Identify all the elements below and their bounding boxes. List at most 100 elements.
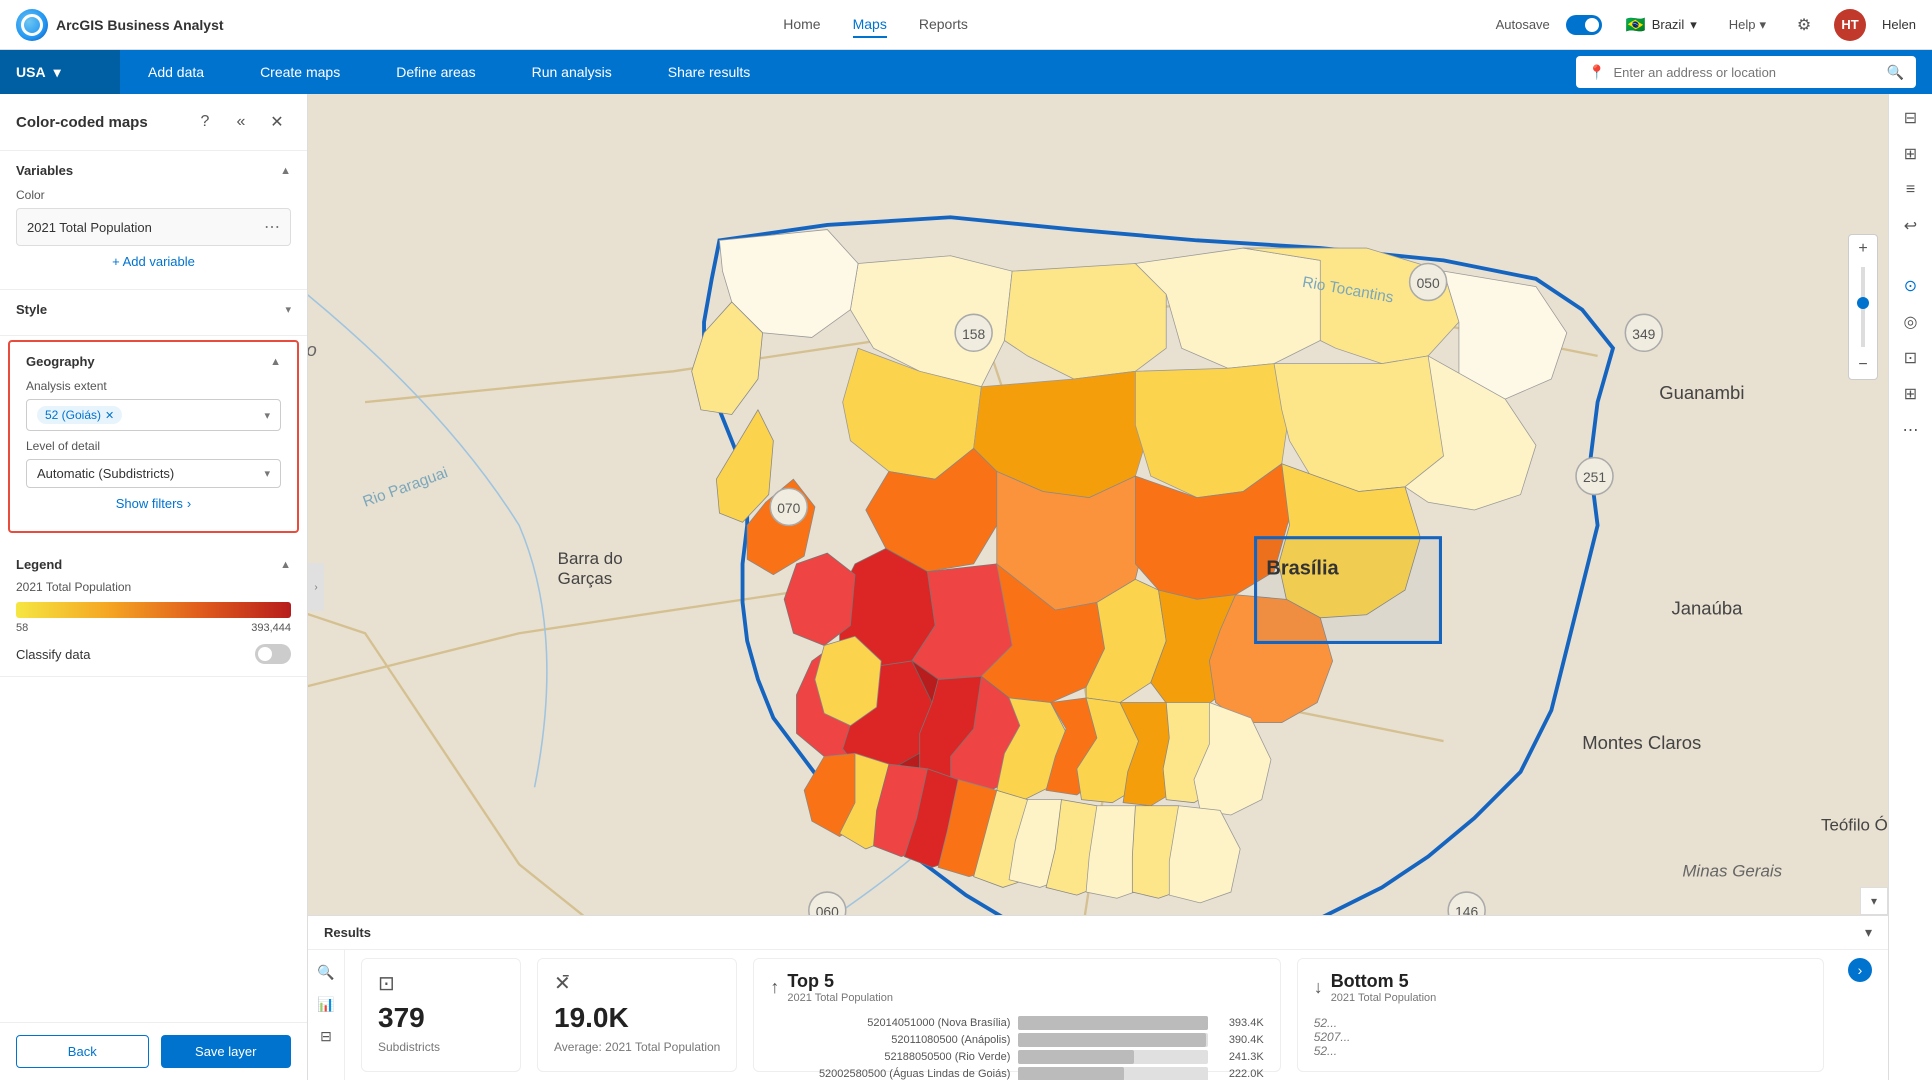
left-panel-toggle[interactable]: › (308, 563, 324, 611)
country-chevron: ▾ (1690, 17, 1697, 33)
top5-arrow-icon: ↑ (770, 977, 779, 998)
map-container[interactable]: 158 050 349 070 060 316 146 251 Mato Gro… (308, 94, 1932, 1080)
analysis-extent-chevron-icon: ▾ (264, 409, 270, 422)
avg-label: Average: 2021 Total Population (554, 1040, 720, 1054)
top5-bar-item: 52014051000 (Nova Brasília) 393.4K (770, 1016, 1263, 1030)
back-extent-tool[interactable]: ↩ (1895, 210, 1927, 242)
svg-text:251: 251 (1583, 469, 1606, 485)
main-area: Color-coded maps ? « ✕ Variables ▲ Color… (0, 94, 1932, 1080)
nav-run-analysis[interactable]: Run analysis (504, 50, 640, 94)
nav-maps[interactable]: Maps (853, 12, 887, 38)
bar-fill (1018, 1016, 1207, 1030)
avatar[interactable]: HT (1834, 9, 1866, 41)
help-icon-btn[interactable]: ? (191, 108, 219, 136)
zoom-in-button[interactable]: + (1849, 235, 1877, 263)
logo-icon (16, 9, 48, 41)
brazil-flag: 🇧🇷 (1626, 15, 1646, 35)
results-zoom-tool[interactable]: 🔍 (312, 958, 340, 986)
help-label: Help (1729, 17, 1756, 32)
nav-home[interactable]: Home (783, 12, 820, 38)
bookmarks-tool[interactable]: ⊟ (1895, 102, 1927, 134)
bar-track (1018, 1033, 1207, 1047)
sidebar: Color-coded maps ? « ✕ Variables ▲ Color… (0, 94, 308, 1080)
collapse-icon-btn[interactable]: « (227, 108, 255, 136)
svg-text:070: 070 (777, 500, 800, 516)
more-tools[interactable]: ⋯ (1895, 414, 1927, 446)
autosave-toggle[interactable] (1566, 15, 1602, 35)
level-of-detail-label: Level of detail (26, 439, 281, 453)
top5-bar-item: 52002580500 (Águas Lindas de Goiás) 222.… (770, 1067, 1263, 1080)
zoom-thumb (1857, 297, 1869, 309)
color-label: Color (16, 188, 291, 202)
nav-reports[interactable]: Reports (919, 12, 968, 38)
zoom-slider[interactable] (1861, 267, 1865, 347)
nav-add-data[interactable]: Add data (120, 50, 232, 94)
bottom5-partial: 52...5207...52... (1314, 1016, 1807, 1058)
layers-tool[interactable]: ⊞ (1895, 138, 1927, 170)
geolocation-tool[interactable]: ◎ (1895, 306, 1927, 338)
svg-text:Garças: Garças (558, 569, 613, 588)
results-collapse-icon[interactable]: ▾ (1865, 924, 1872, 941)
help-button[interactable]: Help ▾ (1721, 13, 1774, 37)
search-bar[interactable]: 📍 🔍 (1576, 56, 1916, 88)
show-filters-arrow-icon: › (187, 496, 191, 511)
legend-tool[interactable]: ≡ (1895, 174, 1927, 206)
style-chevron-icon: ▾ (285, 303, 291, 316)
variable-options-icon[interactable]: ⋯ (264, 217, 280, 237)
style-title: Style (16, 302, 47, 317)
top5-sublabel: 2021 Total Population (787, 992, 893, 1004)
classify-label: Classify data (16, 647, 90, 662)
svg-text:Barra do: Barra do (558, 549, 623, 568)
user-name[interactable]: Helen (1882, 17, 1916, 32)
search-input[interactable] (1613, 65, 1878, 80)
bar-track (1018, 1050, 1207, 1064)
level-of-detail-dropdown[interactable]: Automatic (Subdistricts) ▾ (26, 459, 281, 488)
svg-text:Brasília: Brasília (1266, 558, 1339, 580)
legend-gradient-bar (16, 602, 291, 618)
nav-create-maps[interactable]: Create maps (232, 50, 368, 94)
zoom-controls: + − (1848, 234, 1878, 380)
results-toggle-button[interactable]: ▾ (1860, 887, 1888, 915)
legend-header[interactable]: Legend ▲ (16, 557, 291, 572)
classify-toggle[interactable] (255, 644, 291, 664)
region-label: USA (16, 64, 46, 80)
settings-icon[interactable]: ⚙ (1790, 11, 1818, 39)
save-layer-button[interactable]: Save layer (161, 1035, 292, 1068)
analysis-extent-label: Analysis extent (26, 379, 281, 393)
location-icon: 📍 (1588, 64, 1605, 81)
bar-value: 393.4K (1216, 1017, 1264, 1029)
results-table-tool[interactable]: ⊟ (312, 1022, 340, 1050)
variables-header[interactable]: Variables ▲ (16, 163, 291, 178)
expand-results-button[interactable]: › (1848, 958, 1872, 982)
nav-define-areas[interactable]: Define areas (368, 50, 503, 94)
bar-name: 52014051000 (Nova Brasília) (770, 1017, 1010, 1029)
country-selector[interactable]: 🇧🇷 Brazil ▾ (1618, 11, 1705, 39)
bar-value: 241.3K (1216, 1051, 1264, 1063)
table-tool[interactable]: ⊞ (1895, 378, 1927, 410)
add-variable-button[interactable]: + Add variable (16, 246, 291, 277)
bar-track (1018, 1016, 1207, 1030)
geography-title: Geography (26, 354, 95, 369)
bar-value: 390.4K (1216, 1034, 1264, 1046)
results-header: Results ▾ (308, 916, 1888, 950)
sidebar-header: Color-coded maps ? « ✕ (0, 94, 307, 151)
analysis-extent-dropdown[interactable]: 52 (Goiás) ✕ ▾ (26, 399, 281, 431)
bar-name: 52002580500 (Águas Lindas de Goiás) (770, 1068, 1010, 1080)
back-button[interactable]: Back (16, 1035, 149, 1068)
zoom-home-tool[interactable]: ⊙ (1895, 270, 1927, 302)
avg-value: 19.0K (554, 1002, 720, 1034)
nav-share-results[interactable]: Share results (640, 50, 778, 94)
country-name: Brazil (1652, 17, 1685, 32)
app-logo[interactable]: ArcGIS Business Analyst (16, 9, 224, 41)
analysis-extent-value: 52 (Goiás) (45, 408, 101, 422)
legend-section: Legend ▲ 2021 Total Population 58 393,44… (0, 545, 307, 677)
zoom-out-button[interactable]: − (1849, 351, 1877, 379)
geography-header[interactable]: Geography ▲ (26, 354, 281, 369)
results-chart-tool[interactable]: 📊 (312, 990, 340, 1018)
style-header[interactable]: Style ▾ (16, 302, 291, 317)
show-filters-button[interactable]: Show filters › (26, 488, 281, 519)
region-dropdown[interactable]: USA ▾ (0, 50, 120, 94)
tag-remove-icon[interactable]: ✕ (105, 409, 114, 422)
fullscreen-tool[interactable]: ⊡ (1895, 342, 1927, 374)
close-icon-btn[interactable]: ✕ (263, 108, 291, 136)
